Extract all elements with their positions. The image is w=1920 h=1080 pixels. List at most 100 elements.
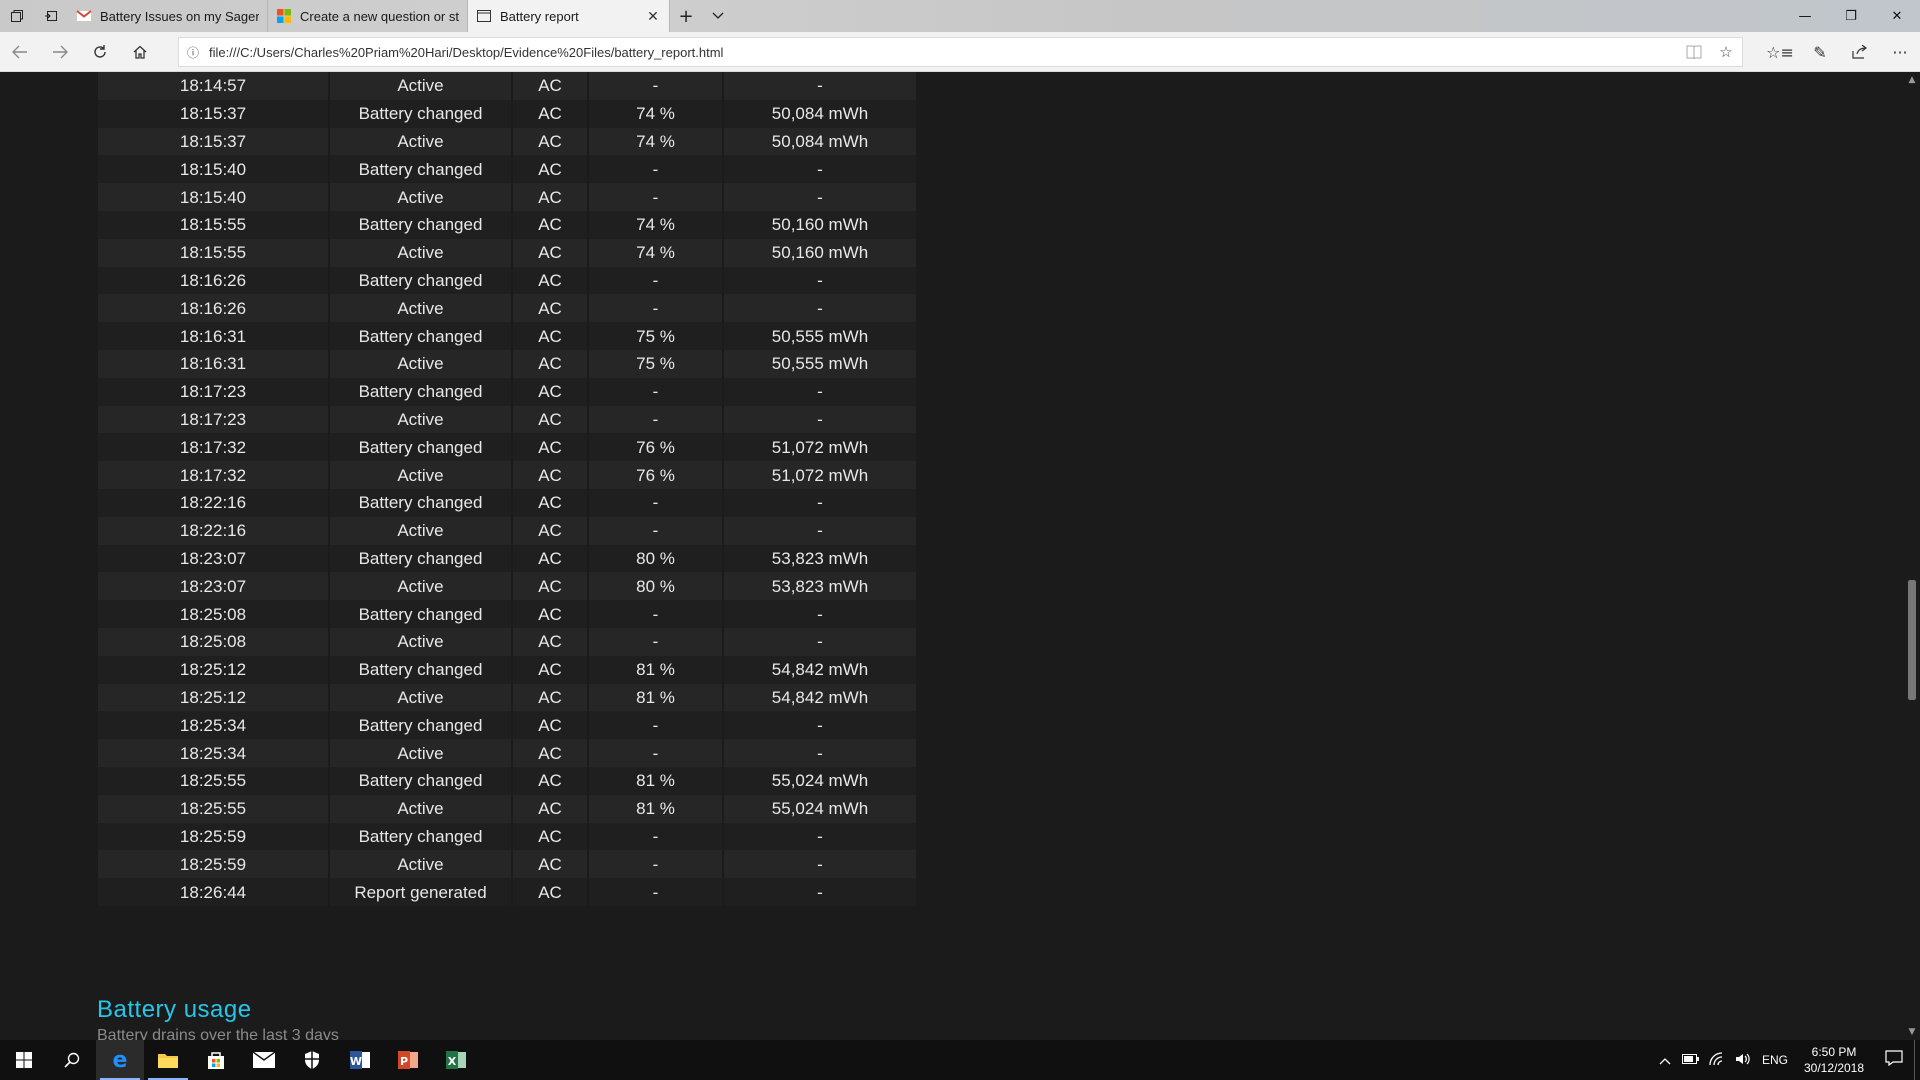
store-icon[interactable] bbox=[192, 1040, 240, 1080]
table-row: 18:26:44 Report generated AC - - bbox=[98, 878, 918, 906]
tab-bar: Battery Issues on my Sager Create a new … bbox=[0, 0, 1920, 32]
cell-source: AC bbox=[512, 572, 589, 601]
cell-state: Active bbox=[329, 461, 513, 489]
cell-time: 18:16:26 bbox=[98, 266, 330, 295]
clock[interactable]: 6:50 PM 30/12/2018 bbox=[1794, 1044, 1874, 1076]
cell-source: AC bbox=[512, 878, 589, 906]
tab-microsoft[interactable]: Create a new question or st bbox=[268, 0, 468, 32]
table-row: 18:22:16 Battery changed AC - - bbox=[98, 488, 918, 517]
toolbar-right: ☆≡ ✎ ··· bbox=[1760, 32, 1920, 72]
file-explorer-icon[interactable] bbox=[144, 1040, 192, 1080]
cell-capacity-percent: 75 % bbox=[588, 349, 724, 378]
cell-source: AC bbox=[512, 600, 589, 628]
cell-time: 18:14:57 bbox=[98, 72, 330, 100]
taskbar: e W P X ENG 6:50 PM 30/12/2018 bbox=[0, 1040, 1920, 1080]
table-row: 18:15:55 Active AC 74 % 50,160 mWh bbox=[98, 238, 918, 267]
close-tab-icon[interactable]: ✕ bbox=[645, 8, 661, 25]
cell-time: 18:16:31 bbox=[98, 349, 330, 378]
cell-source: AC bbox=[512, 322, 589, 350]
chevron-up-icon[interactable] bbox=[1652, 1053, 1678, 1068]
refresh-icon[interactable] bbox=[80, 32, 120, 72]
tab-battery-report[interactable]: Battery report ✕ bbox=[468, 0, 670, 32]
table-row: 18:17:23 Battery changed AC - - bbox=[98, 377, 918, 406]
wifi-icon[interactable] bbox=[1704, 1051, 1730, 1069]
cell-time: 18:17:32 bbox=[98, 433, 330, 462]
info-icon[interactable]: ⓘ bbox=[179, 44, 207, 61]
cell-capacity-mwh: - bbox=[723, 155, 918, 184]
vertical-scrollbar[interactable]: ▲ ▼ bbox=[1904, 72, 1920, 1040]
cell-capacity-percent: 74 % bbox=[588, 210, 724, 239]
table-row: 18:16:31 Active AC 75 % 50,555 mWh bbox=[98, 349, 918, 378]
cell-source: AC bbox=[512, 488, 589, 517]
chevron-down-icon[interactable] bbox=[702, 0, 734, 32]
tab-gmail[interactable]: Battery Issues on my Sager bbox=[68, 0, 268, 32]
cell-source: AC bbox=[512, 433, 589, 462]
table-row: 18:17:32 Battery changed AC 76 % 51,072 mWh bbox=[98, 433, 918, 462]
table-row: 18:25:59 Active AC - - bbox=[98, 850, 918, 879]
new-tab-icon[interactable]: + bbox=[670, 0, 702, 32]
share-icon[interactable] bbox=[1840, 32, 1880, 72]
cell-source: AC bbox=[512, 544, 589, 573]
svg-text:W: W bbox=[350, 1055, 362, 1068]
cell-source: AC bbox=[512, 127, 589, 156]
volume-icon[interactable] bbox=[1730, 1052, 1756, 1069]
cell-capacity-percent: - bbox=[588, 72, 724, 100]
word-icon[interactable]: W bbox=[336, 1040, 384, 1080]
search-icon[interactable] bbox=[48, 1040, 96, 1080]
cell-state: Battery changed bbox=[329, 600, 513, 628]
cell-source: AC bbox=[512, 683, 589, 712]
cell-state: Battery changed bbox=[329, 488, 513, 517]
language-indicator[interactable]: ENG bbox=[1756, 1053, 1794, 1067]
pen-icon[interactable]: ✎ bbox=[1800, 32, 1840, 72]
cell-state: Active bbox=[329, 516, 513, 545]
cell-capacity-mwh: - bbox=[723, 627, 918, 656]
cell-capacity-mwh: - bbox=[723, 516, 918, 545]
start-icon[interactable] bbox=[0, 1040, 48, 1080]
cell-capacity-mwh: - bbox=[723, 822, 918, 851]
notification-icon[interactable] bbox=[1874, 1049, 1914, 1071]
edge-icon[interactable]: e bbox=[96, 1040, 144, 1080]
cell-capacity-mwh: 51,072 mWh bbox=[723, 433, 918, 462]
close-icon[interactable]: ✕ bbox=[1874, 0, 1920, 32]
mail-icon[interactable] bbox=[240, 1040, 288, 1080]
cell-capacity-percent: 81 % bbox=[588, 794, 724, 823]
scroll-thumb[interactable] bbox=[1908, 580, 1916, 700]
restore-icon[interactable]: ❐ bbox=[1828, 0, 1874, 32]
scroll-down-icon[interactable]: ▼ bbox=[1904, 1024, 1920, 1040]
cell-capacity-percent: 81 % bbox=[588, 683, 724, 712]
powerpoint-icon[interactable]: P bbox=[384, 1040, 432, 1080]
cell-capacity-percent: 81 % bbox=[588, 655, 724, 684]
show-desktop-button[interactable] bbox=[1914, 1040, 1920, 1080]
scroll-up-icon[interactable]: ▲ bbox=[1904, 72, 1920, 88]
cell-state: Active bbox=[329, 127, 513, 156]
tabs-aside-icon[interactable] bbox=[34, 0, 68, 32]
cell-capacity-percent: - bbox=[588, 405, 724, 434]
battery-icon[interactable] bbox=[1678, 1053, 1704, 1068]
home-icon[interactable] bbox=[120, 32, 160, 72]
minimize-icon[interactable]: — bbox=[1782, 0, 1828, 32]
security-icon[interactable] bbox=[288, 1040, 336, 1080]
excel-icon[interactable]: X bbox=[432, 1040, 480, 1080]
cell-capacity-percent: 80 % bbox=[588, 544, 724, 573]
table-row: 18:16:26 Active AC - - bbox=[98, 294, 918, 323]
favorites-hub-icon[interactable]: ☆≡ bbox=[1760, 32, 1800, 72]
more-icon[interactable]: ··· bbox=[1880, 32, 1920, 72]
cell-state: Active bbox=[329, 739, 513, 767]
reading-view-icon[interactable] bbox=[1678, 45, 1710, 59]
cell-capacity-percent: 80 % bbox=[588, 572, 724, 601]
microsoft-icon bbox=[276, 8, 292, 24]
cell-capacity-mwh: - bbox=[723, 72, 918, 100]
tab-label: Battery report bbox=[500, 8, 579, 24]
forward-icon[interactable] bbox=[40, 32, 80, 72]
tab-set-aside-icon[interactable] bbox=[0, 0, 34, 32]
cell-time: 18:25:34 bbox=[98, 711, 330, 740]
back-icon[interactable] bbox=[0, 32, 40, 72]
cell-time: 18:25:12 bbox=[98, 655, 330, 684]
cell-capacity-percent: - bbox=[588, 294, 724, 323]
tab-label: Create a new question or st bbox=[300, 8, 459, 24]
favorite-star-icon[interactable]: ☆ bbox=[1710, 43, 1742, 61]
table-row: 18:25:34 Active AC - - bbox=[98, 739, 918, 767]
cell-state: Battery changed bbox=[329, 655, 513, 684]
table-row: 18:17:23 Active AC - - bbox=[98, 405, 918, 434]
url-field[interactable]: ⓘ file:///C:/Users/Charles%20Priam%20Har… bbox=[178, 37, 1743, 67]
